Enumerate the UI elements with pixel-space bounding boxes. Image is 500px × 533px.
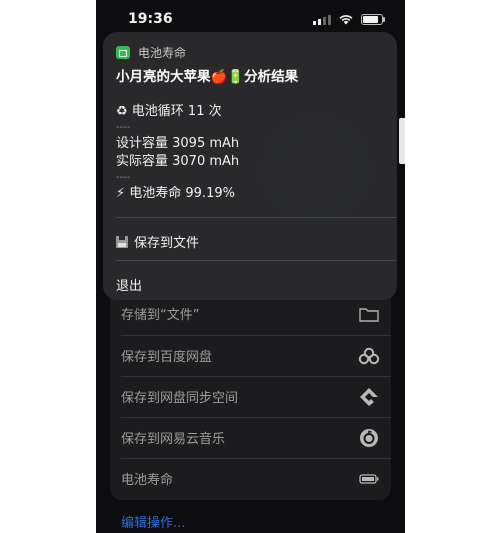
divider	[116, 260, 397, 261]
divider	[116, 217, 397, 218]
status-icons	[313, 14, 385, 25]
wifi-icon	[339, 15, 353, 25]
sheet-item-label: 保存到网盘同步空间	[121, 391, 239, 406]
sheet-item-label: 存储到“文件”	[121, 308, 200, 323]
cycle-count: ♻ 电池循环 11 次	[116, 104, 222, 119]
exit-button[interactable]: 退出	[116, 275, 142, 294]
baidu-netdisk-icon	[358, 346, 380, 366]
sheet-item-label: 电池寿命	[121, 473, 174, 488]
card-title: 小月亮的大苹果🍎🔋分析结果	[116, 69, 299, 85]
result-notification-card: 电池寿命 小月亮的大苹果🍎🔋分析结果 ♻ 电池循环 11 次 ---- 设计容量…	[103, 32, 397, 300]
design-capacity: 设计容量 3095 mAh	[116, 136, 240, 151]
sheet-item-baidu-netdisk[interactable]: 保存到百度网盘	[110, 335, 391, 376]
sheet-item-label: 保存到百度网盘	[121, 350, 213, 365]
battery-icon	[358, 469, 380, 489]
sheet-item-label: 保存到网易云音乐	[121, 432, 226, 447]
sheet-item-sync-space[interactable]: 保存到网盘同步空间	[110, 376, 391, 417]
netease-music-icon	[358, 428, 380, 448]
separator-dashes: ----	[116, 172, 131, 183]
battery-health: ⚡ 电池寿命 99.19%	[116, 186, 235, 201]
share-sheet: 存储到“文件” 保存到百度网盘 保存到网盘同步空间 保存到网易云音乐 电池寿命	[110, 285, 391, 500]
battery-app-icon	[116, 46, 130, 59]
card-body: 小月亮的大苹果🍎🔋分析结果 ♻ 电池循环 11 次 ---- 设计容量 3095…	[116, 68, 386, 203]
battery-status-icon	[361, 14, 385, 25]
edit-actions-link[interactable]: 编辑操作...	[121, 512, 185, 531]
cellular-signal-icon	[313, 14, 331, 25]
exit-label: 退出	[116, 279, 143, 294]
status-time: 19:36	[128, 11, 173, 27]
actual-capacity: 实际容量 3070 mAh	[116, 154, 240, 169]
app-name: 电池寿命	[138, 46, 187, 60]
sheet-item-battery-life[interactable]: 电池寿命	[110, 458, 391, 499]
background-edge	[399, 118, 405, 164]
sync-space-icon	[358, 387, 380, 407]
sheet-item-netease-music[interactable]: 保存到网易云音乐	[110, 417, 391, 458]
folder-icon	[358, 304, 380, 324]
save-to-file-button[interactable]: 保存到文件	[116, 232, 199, 251]
floppy-disk-icon	[116, 235, 128, 248]
separator-dashes: ----	[116, 122, 131, 133]
save-to-file-label: 保存到文件	[134, 236, 200, 251]
card-header: 电池寿命	[116, 44, 186, 61]
